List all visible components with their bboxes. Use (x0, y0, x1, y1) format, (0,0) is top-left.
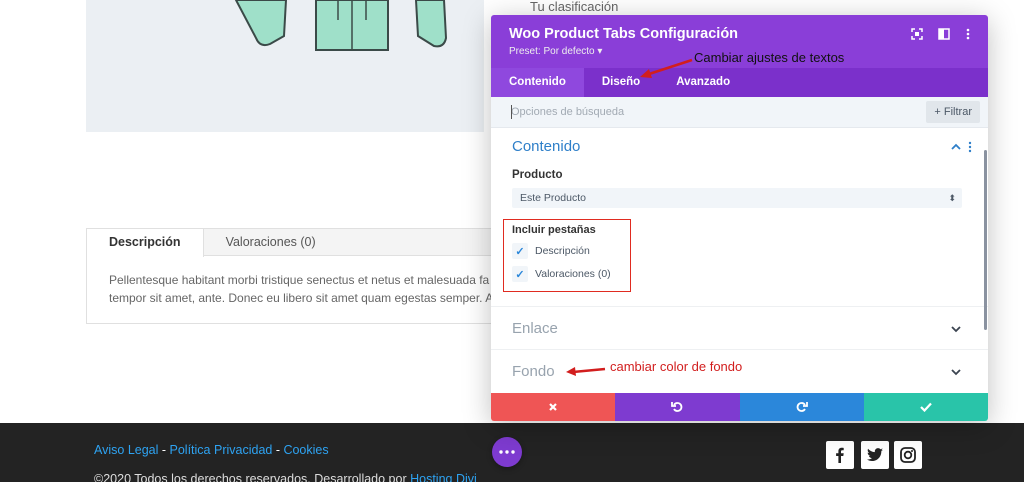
cancel-button[interactable] (491, 393, 616, 421)
instagram-button[interactable] (894, 441, 922, 469)
more-options-icon[interactable] (961, 27, 975, 41)
search-input[interactable]: Opciones de búsqueda (511, 106, 624, 118)
footer-copyright: ©2020 Todos los derechos reservados. Des… (94, 472, 477, 482)
section-fondo-title[interactable]: Fondo (512, 363, 555, 380)
section-more-icon[interactable] (968, 141, 972, 153)
filter-button[interactable]: + Filtrar (926, 101, 980, 123)
check-icon: ✓ (512, 266, 528, 282)
section-enlace-title[interactable]: Enlace (512, 320, 558, 337)
annotation-textos: Cambiar ajustes de textos (694, 50, 845, 65)
footer-separator: - (272, 443, 284, 457)
producto-label: Producto (512, 169, 563, 181)
preset-dropdown[interactable]: Preset: Por defecto ▾ (509, 46, 602, 57)
twitter-button[interactable] (861, 441, 889, 469)
checkbox-label: Descripción (535, 245, 590, 257)
tab-content-line-1: Pellentesque habitant morbi tristique se… (109, 273, 490, 287)
section-contenido-title[interactable]: Contenido (512, 138, 580, 155)
modal-footer (491, 393, 988, 421)
aviso-legal-link[interactable]: Aviso Legal (94, 443, 158, 457)
more-dots-icon (499, 450, 515, 454)
checkmark-icon (920, 402, 932, 412)
tab-contenido[interactable]: Contenido (491, 68, 584, 97)
search-row: Opciones de búsqueda + Filtrar (491, 97, 988, 128)
hoodie-illustration (234, 0, 448, 51)
redo-icon (796, 402, 808, 412)
modal-title: Woo Product Tabs Configuración (509, 26, 739, 42)
divider (491, 306, 988, 307)
incluir-pestanas-label: Incluir pestañas (512, 224, 596, 236)
divider (491, 349, 988, 350)
check-icon: ✓ (512, 243, 528, 259)
facebook-icon (836, 447, 844, 463)
tab-valoraciones[interactable]: Valoraciones (0) (204, 229, 338, 255)
split-view-icon[interactable] (937, 27, 951, 41)
checkbox-valoraciones[interactable]: ✓ Valoraciones (0) (512, 266, 611, 282)
chevron-up-icon[interactable] (950, 143, 962, 151)
facebook-button[interactable] (826, 441, 854, 469)
annotation-arrow-icon (566, 367, 606, 376)
tab-descripcion[interactable]: Descripción (87, 229, 204, 257)
close-icon (549, 403, 557, 411)
chevron-down-icon[interactable] (950, 368, 962, 376)
footer-separator: - (158, 443, 170, 457)
rating-label: Tu clasificación (530, 0, 619, 14)
politica-privacidad-link[interactable]: Política Privacidad (170, 443, 273, 457)
footer-links: Aviso Legal - Política Privacidad - Cook… (94, 443, 329, 457)
annotation-fondo: cambiar color de fondo (610, 359, 743, 374)
twitter-icon (867, 448, 883, 461)
instagram-icon (900, 447, 916, 463)
annotation-arrow-icon (640, 58, 693, 78)
expand-icon[interactable] (910, 27, 924, 41)
undo-button[interactable] (615, 393, 740, 421)
modal-tabs: Contenido Diseño Avanzado (491, 68, 988, 97)
checkbox-label: Valoraciones (0) (535, 268, 611, 280)
copyright-text: ©2020 Todos los derechos reservados. Des… (94, 472, 411, 482)
redo-button[interactable] (739, 393, 864, 421)
producto-select[interactable]: Este Producto ⬍ (512, 188, 962, 208)
product-tabs-header: Descripción Valoraciones (0) (87, 229, 505, 257)
tab-content-line-2: tempor sit amet, ante. Donec eu libero s… (109, 291, 494, 305)
scrollbar[interactable] (984, 150, 987, 330)
producto-select-value: Este Producto (520, 192, 586, 204)
product-tabs: Descripción Valoraciones (0) Pellentesqu… (86, 228, 506, 324)
cookies-link[interactable]: Cookies (283, 443, 328, 457)
text-cursor (511, 105, 512, 119)
save-button[interactable] (863, 393, 988, 421)
select-arrows-icon: ⬍ (948, 193, 956, 203)
page: Tu clasificación Descripción Valoracione… (0, 0, 1024, 482)
builder-menu-button[interactable] (492, 437, 522, 467)
undo-icon (671, 402, 683, 412)
product-image (86, 0, 484, 132)
hosting-divi-link[interactable]: Hosting Divi (410, 472, 477, 482)
chevron-down-icon[interactable] (950, 325, 962, 333)
checkbox-descripcion[interactable]: ✓ Descripción (512, 243, 590, 259)
tab-content: Pellentesque habitant morbi tristique se… (87, 256, 505, 322)
